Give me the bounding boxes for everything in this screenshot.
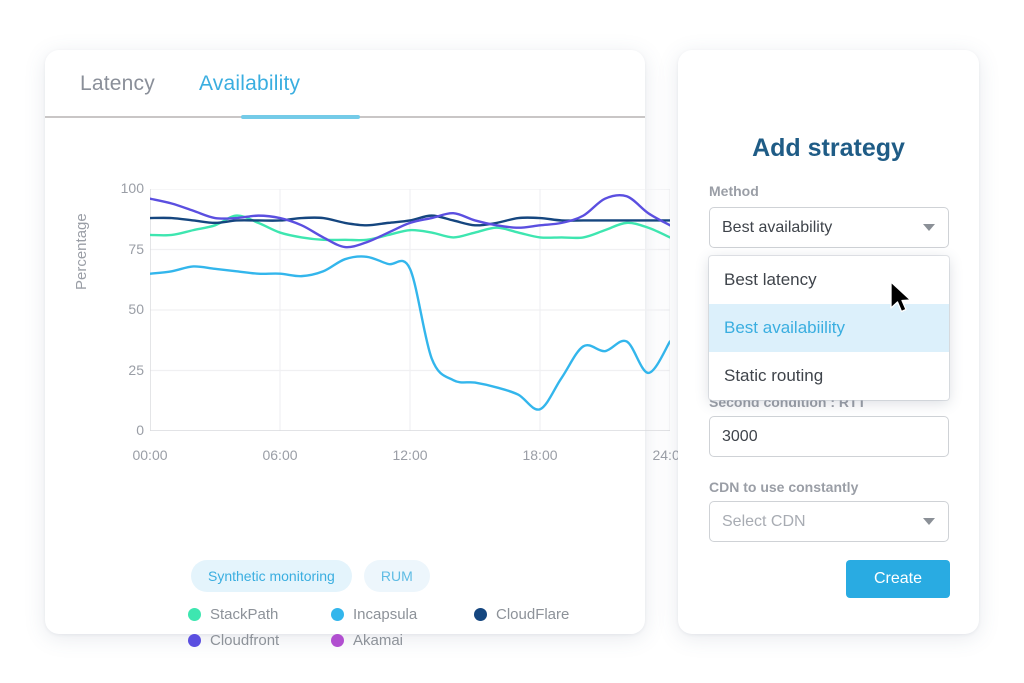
app-screen: Latency Availability Percentage 0 25 50 75 1…: [0, 0, 1024, 683]
legend-item[interactable]: StackPath: [188, 606, 331, 623]
add-strategy-card: Add strategy Method Best availability Be…: [678, 50, 979, 634]
legend-color-dot: [331, 608, 344, 621]
chart-legend: StackPath Incapsula CloudFlare Cloudfront Ak…: [188, 606, 618, 649]
legend-color-dot: [188, 634, 201, 647]
chart-lines: [150, 189, 670, 431]
tab-bar: Latency Availability: [45, 50, 645, 118]
x-axis-tick: 06:00: [262, 447, 298, 463]
rtt-input-value: 3000: [722, 427, 758, 445]
cdn-label: CDN to use constantly: [709, 479, 859, 495]
y-axis-tick: 100: [120, 180, 144, 196]
x-axis-tick: 12:00: [392, 447, 428, 463]
cdn-select-placeholder: Select CDN: [722, 512, 806, 530]
method-select[interactable]: Best availability: [709, 207, 949, 248]
legend-item-label: Cloudfront: [210, 632, 280, 649]
rtt-input[interactable]: 3000: [709, 416, 949, 457]
legend-color-dot: [188, 608, 201, 621]
legend-item-label: Incapsula: [353, 606, 418, 623]
y-axis-tick: 50: [128, 301, 144, 317]
page-title: Add strategy: [752, 134, 905, 162]
method-select-value: Best availability: [722, 218, 833, 236]
legend-item-label: CloudFlare: [496, 606, 570, 623]
legend-color-dot: [331, 634, 344, 647]
legend-item[interactable]: Akamai: [331, 632, 474, 649]
y-axis-tick: 0: [136, 422, 144, 438]
legend-item-label: StackPath: [210, 606, 279, 623]
data-source-pills: Synthetic monitoring RUM: [191, 560, 430, 592]
x-axis-ticks: 00:00 06:00 12:00 18:00 24:00: [132, 447, 687, 471]
y-axis-ticks: 0 25 50 75 100: [102, 125, 144, 545]
dropdown-option-1[interactable]: Best availabiility: [709, 304, 949, 352]
chart-card: Latency Availability Percentage 0 25 50 75 1…: [45, 50, 688, 649]
plot-area: [150, 189, 670, 431]
method-label: Method: [709, 183, 759, 199]
pill-synthetic-monitoring[interactable]: Synthetic monitoring: [191, 560, 352, 592]
x-axis-tick: 18:00: [522, 447, 558, 463]
cdn-select[interactable]: Select CDN: [709, 501, 949, 542]
dropdown-option-0[interactable]: Best latency: [709, 256, 949, 304]
legend-item-label: Akamai: [353, 632, 404, 649]
legend-item[interactable]: CloudFlare: [474, 606, 617, 623]
y-axis-tick: 75: [128, 240, 144, 257]
y-axis-label: Percentage: [73, 213, 90, 290]
pill-rum[interactable]: RUM: [363, 560, 430, 592]
legend-item[interactable]: Cloudfront: [188, 632, 331, 649]
dropdown-option-2[interactable]: Static routing: [709, 352, 949, 400]
availability-chart: Percentage 0 25 50 75 100 00:00 06:00 12:00 18:…: [45, 125, 688, 545]
legend-color-dot: [474, 608, 487, 621]
chevron-down-icon: [923, 224, 935, 231]
legend-item[interactable]: Incapsula: [331, 606, 474, 623]
chevron-down-icon: [923, 518, 935, 525]
tab-availability[interactable]: Availability: [197, 72, 302, 116]
create-button[interactable]: Create: [846, 560, 950, 598]
x-axis-tick: 00:00: [132, 447, 168, 463]
active-tab-underline: [241, 115, 360, 119]
tab-latency[interactable]: Latency: [78, 72, 157, 116]
method-dropdown-menu[interactable]: Best latency Best availabiility Static rou…: [709, 256, 949, 400]
y-axis-tick: 25: [128, 361, 144, 378]
